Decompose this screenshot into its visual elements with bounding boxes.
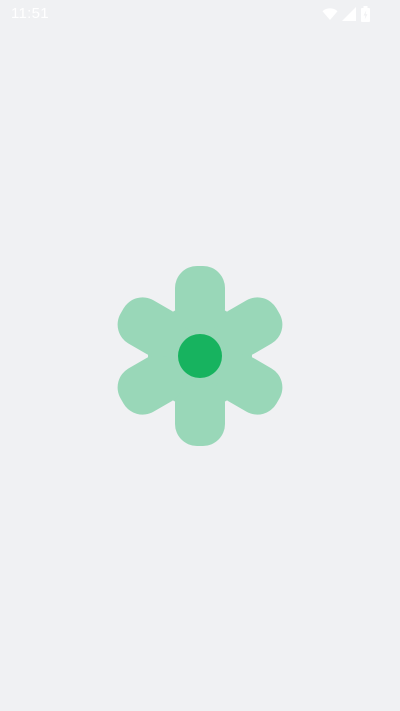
gear-icon xyxy=(117,266,283,446)
status-bar: 11:51 xyxy=(0,0,400,28)
wifi-icon xyxy=(322,6,338,22)
cellular-signal-icon xyxy=(342,6,357,22)
battery-icon xyxy=(361,6,370,22)
status-icons xyxy=(322,6,370,22)
gear-center-dot xyxy=(178,334,222,378)
splash-logo xyxy=(113,266,287,446)
status-time: 11:51 xyxy=(11,5,49,22)
